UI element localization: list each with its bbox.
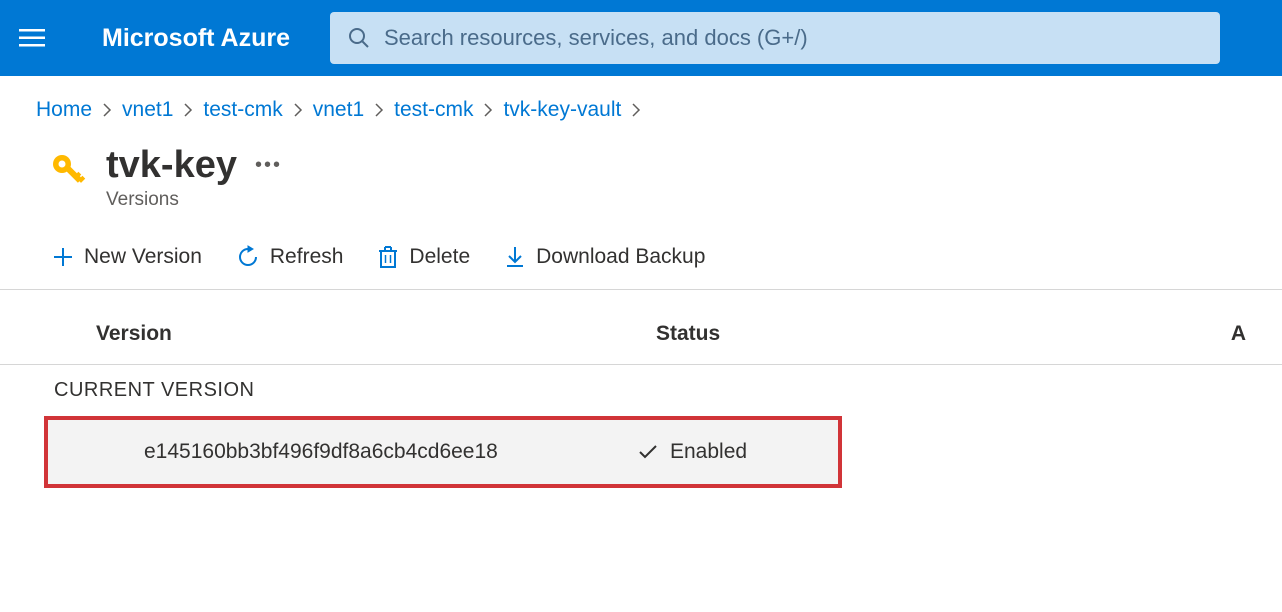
refresh-icon xyxy=(236,245,260,269)
hamburger-menu[interactable] xyxy=(12,18,52,58)
top-bar: Microsoft Azure xyxy=(0,0,1282,76)
breadcrumb-item[interactable]: test-cmk xyxy=(394,98,473,122)
version-id: e145160bb3bf496f9df8a6cb4cd6ee18 xyxy=(144,440,638,464)
breadcrumb-item[interactable]: Home xyxy=(36,98,92,122)
check-icon xyxy=(638,444,658,460)
table-header: Version Status A xyxy=(0,290,1282,365)
key-icon xyxy=(48,150,88,195)
new-version-button[interactable]: New Version xyxy=(52,245,202,269)
table-row[interactable]: e145160bb3bf496f9df8a6cb4cd6ee18 Enabled xyxy=(44,416,842,488)
chevron-right-icon xyxy=(102,102,112,118)
page-subtitle: Versions xyxy=(106,189,282,211)
hamburger-icon xyxy=(19,29,45,47)
toolbar: New Version Refresh Delete Download Back… xyxy=(0,219,1282,290)
chevron-right-icon xyxy=(631,102,641,118)
delete-button[interactable]: Delete xyxy=(377,245,470,269)
download-icon xyxy=(504,245,526,269)
chevron-right-icon xyxy=(374,102,384,118)
breadcrumb-item[interactable]: vnet1 xyxy=(122,98,173,122)
chevron-right-icon xyxy=(293,102,303,118)
plus-icon xyxy=(52,246,74,268)
search-box[interactable] xyxy=(330,12,1220,64)
refresh-button[interactable]: Refresh xyxy=(236,245,344,269)
search-icon xyxy=(348,27,370,49)
section-label: CURRENT VERSION xyxy=(0,365,1282,416)
download-backup-button[interactable]: Download Backup xyxy=(504,245,705,269)
status-cell: Enabled xyxy=(638,440,747,464)
breadcrumb-item[interactable]: tvk-key-vault xyxy=(503,98,621,122)
breadcrumb: Home vnet1 test-cmk vnet1 test-cmk tvk-k… xyxy=(0,76,1282,132)
toolbar-label: Refresh xyxy=(270,245,344,269)
column-header-version[interactable]: Version xyxy=(96,322,656,346)
toolbar-label: Delete xyxy=(409,245,470,269)
toolbar-label: New Version xyxy=(84,245,202,269)
column-header-status[interactable]: Status xyxy=(656,322,1216,346)
page-header: tvk-key ••• Versions xyxy=(0,132,1282,219)
toolbar-label: Download Backup xyxy=(536,245,705,269)
breadcrumb-item[interactable]: test-cmk xyxy=(203,98,282,122)
chevron-right-icon xyxy=(483,102,493,118)
trash-icon xyxy=(377,245,399,269)
status-text: Enabled xyxy=(670,440,747,464)
page-title: tvk-key xyxy=(106,144,237,187)
more-actions-button[interactable]: ••• xyxy=(255,154,282,177)
column-header-extra[interactable]: A xyxy=(1216,322,1246,346)
chevron-right-icon xyxy=(183,102,193,118)
brand-logo[interactable]: Microsoft Azure xyxy=(102,24,290,53)
search-input[interactable] xyxy=(384,25,1202,51)
breadcrumb-item[interactable]: vnet1 xyxy=(313,98,364,122)
